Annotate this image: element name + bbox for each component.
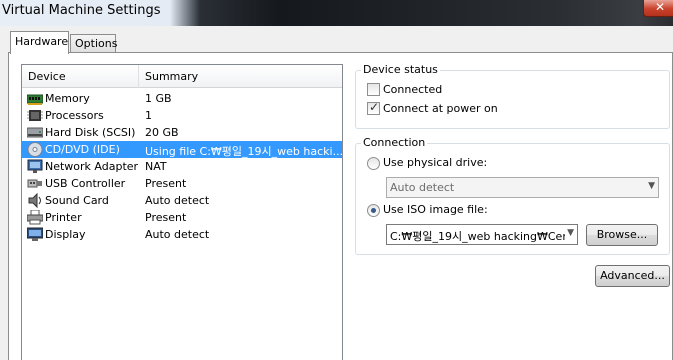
processor-icon — [27, 108, 43, 123]
device-summary: Present — [145, 211, 187, 224]
physical-drive-label[interactable]: Use physical drive: — [383, 156, 487, 169]
device-status-group — [355, 70, 670, 129]
tab-options[interactable]: Options — [70, 34, 118, 52]
device-summary: 1 GB — [145, 92, 172, 105]
iso-image-radio[interactable] — [367, 204, 380, 217]
device-summary: 20 GB — [145, 126, 179, 139]
device-name: Printer — [45, 211, 82, 224]
device-row-usb-controller[interactable]: USB Controller Present — [22, 175, 342, 192]
advanced-button[interactable]: Advanced... — [595, 265, 670, 287]
column-separator[interactable] — [138, 65, 139, 88]
sound-card-icon — [27, 192, 43, 209]
iso-path-value: C:₩평일_19시_web hacking₩Cer — [390, 230, 567, 243]
chevron-down-icon: ▼ — [565, 228, 574, 238]
close-button[interactable]: ✕ — [643, 0, 673, 17]
device-name: CD/DVD (IDE) — [45, 143, 120, 156]
device-row-hard-disk[interactable]: Hard Disk (SCSI) 20 GB — [22, 124, 342, 141]
device-row-printer[interactable]: Printer Present — [22, 209, 342, 226]
network-adapter-icon — [27, 159, 43, 174]
device-name: USB Controller — [45, 177, 126, 190]
device-summary: NAT — [145, 160, 167, 173]
device-row-memory[interactable]: Memory 1 GB — [22, 90, 342, 107]
device-summary: Using file C:₩평일_19시_web hacki... — [145, 145, 344, 158]
device-summary: 1 — [145, 109, 152, 122]
physical-drive-dropdown[interactable]: Auto detect ▼ — [386, 177, 659, 198]
hard-disk-icon — [26, 125, 44, 140]
tab-options-label: Options — [75, 37, 118, 50]
physical-drive-radio[interactable] — [367, 157, 380, 170]
window-title: Virtual Machine Settings — [2, 3, 161, 18]
iso-image-label[interactable]: Use ISO image file: — [383, 203, 488, 216]
device-row-processors[interactable]: Processors 1 — [22, 107, 342, 124]
chevron-down-icon: ▼ — [648, 181, 655, 191]
device-summary: Auto detect — [145, 228, 210, 241]
device-name: Hard Disk (SCSI) — [45, 126, 136, 139]
device-row-network-adapter[interactable]: Network Adapter NAT — [22, 158, 342, 175]
device-name: Sound Card — [45, 194, 109, 207]
memory-icon — [26, 91, 44, 106]
title-bar: Virtual Machine Settings ✕ — [0, 0, 673, 26]
display-icon — [26, 227, 44, 242]
device-row-cd-dvd[interactable]: CD/DVD (IDE) Using file C:₩평일_19시_web ha… — [22, 141, 344, 158]
printer-icon — [26, 209, 44, 225]
connected-checkbox[interactable] — [367, 83, 380, 96]
iso-path-combobox[interactable]: C:₩평일_19시_web hacking₩Cer ▼ — [386, 224, 578, 245]
browse-button[interactable]: Browse... — [586, 224, 658, 246]
physical-drive-dropdown-value: Auto detect — [390, 181, 455, 194]
device-name: Memory — [45, 92, 90, 105]
device-list[interactable]: Device Summary Memory 1 GB Processors 1 … — [21, 64, 343, 360]
device-name: Processors — [45, 109, 104, 122]
column-header-summary[interactable]: Summary — [145, 70, 198, 83]
connected-label[interactable]: Connected — [383, 83, 442, 96]
connect-at-power-on-label[interactable]: Connect at power on — [383, 102, 498, 115]
device-name: Display — [45, 228, 86, 241]
tab-hardware[interactable]: Hardware — [10, 31, 69, 54]
connect-at-power-on-checkbox[interactable] — [367, 100, 380, 115]
cd-dvd-icon — [27, 142, 43, 157]
device-row-display[interactable]: Display Auto detect — [22, 226, 342, 243]
device-name: Network Adapter — [45, 160, 139, 173]
close-icon: ✕ — [655, 0, 666, 14]
tab-hardware-label: Hardware — [15, 35, 69, 48]
connection-label: Connection — [361, 136, 428, 149]
device-list-header: Device Summary — [22, 65, 342, 88]
device-row-sound-card[interactable]: Sound Card Auto detect — [22, 192, 342, 209]
device-summary: Present — [145, 177, 187, 190]
usb-icon — [27, 176, 43, 191]
device-status-label: Device status — [361, 63, 440, 76]
column-header-device[interactable]: Device — [28, 70, 66, 83]
device-summary: Auto detect — [145, 194, 210, 207]
